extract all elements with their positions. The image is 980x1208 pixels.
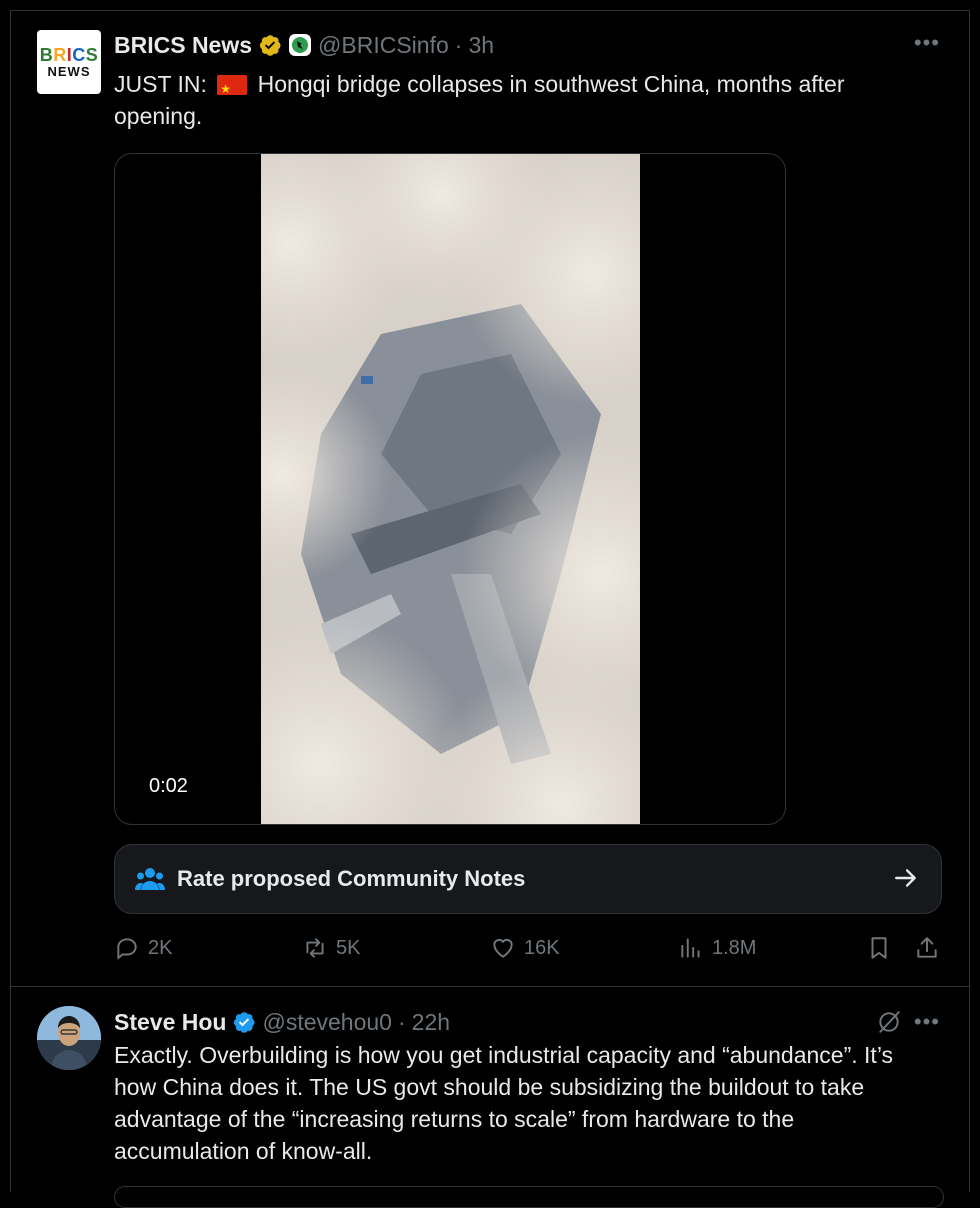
avatar[interactable] — [37, 1006, 101, 1070]
views-count: 1.8M — [712, 936, 757, 959]
tweet-actions: 2K 5K 16K 1.8M — [114, 935, 944, 967]
repost-icon — [306, 938, 324, 958]
tweet-header: BRICS News @BRICSinfo · 3h — [114, 30, 494, 60]
tweet-brics[interactable]: BRICS NEWS BRICS News @BRICSinfo · 3h ••… — [0, 0, 980, 985]
separator-dot: · — [397, 1008, 406, 1035]
tweet-text: Exactly. Overbuilding is how you get ind… — [114, 1042, 894, 1164]
verified-gold-icon — [258, 33, 282, 57]
author-name[interactable]: BRICS News — [114, 32, 252, 59]
quoted-card-edge — [114, 1186, 944, 1208]
more-options-icon[interactable]: ••• — [914, 1009, 940, 1035]
community-notes-label: Rate proposed Community Notes — [177, 866, 526, 891]
arrow-right-icon — [895, 869, 916, 887]
community-notes-button[interactable]: Rate proposed Community Notes — [114, 844, 942, 914]
bookmark-button[interactable] — [866, 935, 892, 961]
brics-logo-subtext: NEWS — [47, 63, 91, 79]
share-button[interactable] — [914, 935, 940, 961]
timestamp[interactable]: 22h — [412, 1009, 450, 1036]
logo-letter-r: R — [53, 44, 67, 65]
reply-count: 2K — [148, 936, 173, 959]
community-notes-icon — [135, 868, 165, 890]
like-count: 16K — [524, 936, 560, 959]
more-options-icon[interactable]: ••• — [914, 30, 940, 56]
logo-letter-s: S — [85, 44, 99, 65]
author-handle[interactable]: @stevehou0 — [262, 1009, 392, 1036]
heart-icon — [493, 938, 513, 958]
reply-icon — [117, 938, 137, 960]
logo-letter-c: C — [72, 44, 86, 65]
logo-letter-b: B — [39, 44, 54, 65]
tweet-header: Steve Hou @stevehou0 · 22h — [114, 1007, 450, 1037]
video-frame — [261, 154, 640, 824]
profile-photo — [37, 1006, 101, 1070]
video-still-image — [261, 154, 640, 824]
tweet-text-prefix: JUST IN: — [114, 71, 214, 97]
repost-count: 5K — [336, 936, 361, 959]
repost-button[interactable]: 5K — [302, 935, 360, 961]
views-button[interactable]: 1.8M — [678, 935, 756, 961]
timestamp[interactable]: 3h — [468, 32, 494, 59]
tweet-reply-steve[interactable]: Steve Hou @stevehou0 · 22h ••• Exactly. … — [0, 987, 980, 1192]
author-name[interactable]: Steve Hou — [114, 1009, 226, 1036]
video-duration: 0:02 — [143, 773, 194, 800]
tweet-text: JUST IN: Hongqi bridge collapses in sout… — [114, 68, 914, 132]
reply-button[interactable]: 2K — [114, 935, 172, 961]
separator-dot: · — [454, 31, 463, 58]
views-chart-icon — [681, 938, 700, 958]
video-player[interactable]: 0:02 — [114, 153, 786, 825]
bookmark-icon — [871, 937, 887, 959]
china-flag-icon — [217, 73, 248, 105]
avatar[interactable]: BRICS NEWS — [37, 30, 101, 94]
share-icon — [917, 937, 937, 958]
affiliate-badge-icon[interactable] — [288, 33, 312, 57]
like-button[interactable]: 16K — [490, 935, 560, 961]
grok-icon[interactable] — [876, 1009, 902, 1035]
verified-blue-icon — [232, 1010, 256, 1034]
author-handle[interactable]: @BRICSinfo — [318, 32, 449, 59]
brics-logo-text: BRICS — [40, 46, 99, 64]
